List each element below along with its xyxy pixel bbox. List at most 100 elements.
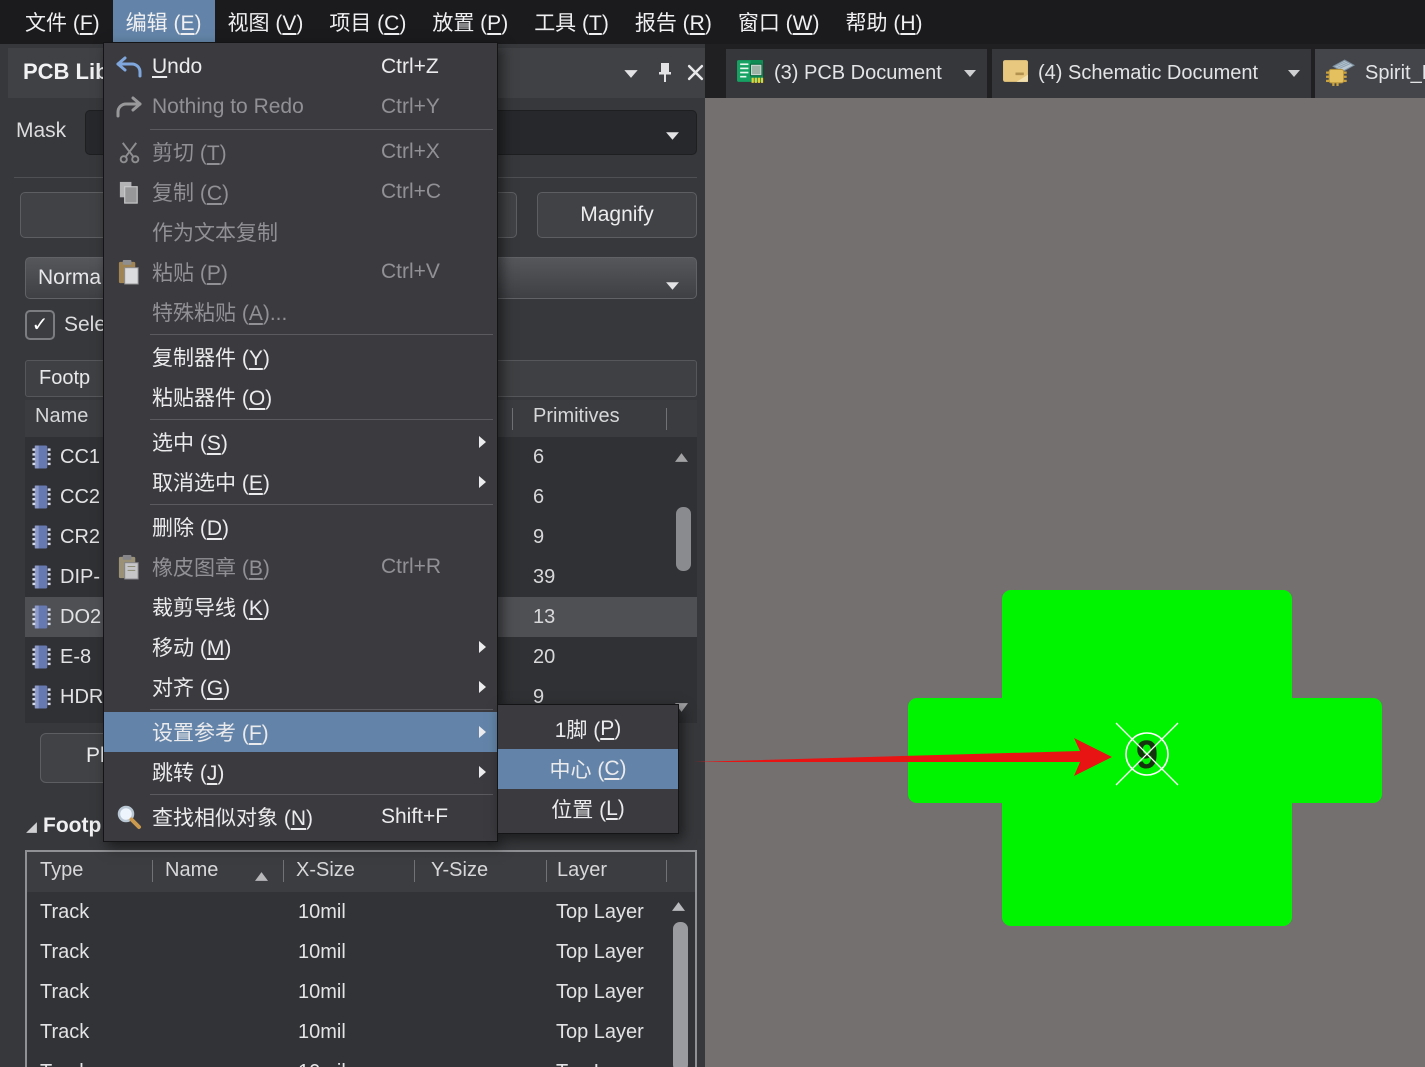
- table-row[interactable]: Track10milTop Layer: [27, 932, 695, 972]
- menu-item-shortcut: Ctrl+Y: [381, 95, 440, 119]
- column-divider: [666, 408, 667, 430]
- close-icon[interactable]: [687, 64, 704, 86]
- column-divider: [414, 860, 415, 882]
- footprint-name: DO2: [60, 597, 101, 637]
- menu-item-24[interactable]: 查找相似对象 (N)Shift+F: [104, 797, 497, 837]
- document-tab-0[interactable]: (3) PCB Document: [726, 49, 987, 98]
- pad-number: 9: [1136, 733, 1158, 777]
- menu-item-19[interactable]: 对齐 (G): [104, 667, 497, 707]
- table-column-header-name[interactable]: Name: [165, 859, 218, 882]
- menubar-item-8[interactable]: 帮助 (H): [833, 0, 936, 44]
- table-column-header-y-size[interactable]: Y-Size: [431, 859, 488, 882]
- menu-item-6[interactable]: 粘贴 (P)Ctrl+V: [104, 252, 497, 292]
- table-row[interactable]: Track10milTop Layer: [27, 1012, 695, 1052]
- menu-item-5[interactable]: 作为文本复制: [104, 212, 497, 252]
- footprint-primitive-count: 6: [533, 437, 544, 477]
- menu-item-1[interactable]: Nothing to RedoCtrl+Y: [104, 87, 497, 127]
- menubar-item-4[interactable]: 放置 (P): [419, 0, 521, 44]
- menu-item-7[interactable]: 特殊粘贴 (A)...: [104, 292, 497, 332]
- pcb-editor-canvas[interactable]: 9: [705, 98, 1425, 1067]
- menu-item-16[interactable]: 橡皮图章 (B)Ctrl+R: [104, 547, 497, 587]
- column-divider: [283, 860, 284, 882]
- menubar-item-6[interactable]: 报告 (R): [622, 0, 725, 44]
- menubar-item-2[interactable]: 视图 (V): [215, 0, 317, 44]
- menu-item-label: 取消选中 (E): [152, 467, 270, 497]
- primitives-table: TypeNameX-SizeY-SizeLayer Track10milTop …: [25, 850, 697, 1067]
- find-icon: [110, 803, 148, 831]
- section-collapse-icon[interactable]: [25, 821, 38, 839]
- chevron-down-icon[interactable]: [623, 66, 639, 84]
- menu-item-12[interactable]: 选中 (S): [104, 422, 497, 462]
- menu-item-22[interactable]: 跳转 (J): [104, 752, 497, 792]
- menubar-item-1[interactable]: 编辑 (E): [113, 0, 215, 44]
- menu-item-15[interactable]: 删除 (D): [104, 507, 497, 547]
- menu-item-21[interactable]: 设置参考 (F): [104, 712, 497, 752]
- tab-label: Spirit_L: [1365, 62, 1425, 85]
- table-cell: 10mil: [298, 1012, 346, 1052]
- menu-item-10[interactable]: 粘贴器件 (O): [104, 377, 497, 417]
- menu-separator: [150, 794, 493, 795]
- scrollbar-thumb[interactable]: [673, 922, 688, 1067]
- table-cell: Track: [40, 892, 89, 932]
- table-row[interactable]: Track10milTop Layer: [27, 1052, 695, 1067]
- menubar-item-3[interactable]: 项目 (C): [316, 0, 419, 44]
- menu-item-label: 移动 (M): [152, 632, 231, 662]
- scroll-up-icon[interactable]: [672, 898, 685, 916]
- chevron-down-icon[interactable]: [1287, 65, 1301, 83]
- document-tab-1[interactable]: (4) Schematic Document: [992, 49, 1311, 98]
- chip-icon: [31, 443, 52, 476]
- footprint-primitives-section-label[interactable]: Footp: [43, 814, 101, 838]
- menubar-item-0[interactable]: 文件 (F): [12, 0, 113, 44]
- table-cell: 10mil: [298, 972, 346, 1012]
- footprint-primitive-count: 6: [533, 477, 544, 517]
- place-button-label: Pl: [86, 744, 105, 768]
- menu-item-label: 剪切 (T): [152, 137, 227, 167]
- submenu-item-0[interactable]: 1脚 (P): [498, 709, 678, 749]
- table-row[interactable]: Track10milTop Layer: [27, 972, 695, 1012]
- menu-item-label: 复制器件 (Y): [152, 342, 270, 372]
- menu-item-18[interactable]: 移动 (M): [104, 627, 497, 667]
- menu-item-3[interactable]: 剪切 (T)Ctrl+X: [104, 132, 497, 172]
- footprint-primitive-count: 9: [533, 517, 544, 557]
- table-column-header-x-size[interactable]: X-Size: [296, 859, 355, 882]
- submenu-arrow-icon: [478, 725, 487, 744]
- magnify-button[interactable]: Magnify: [537, 192, 697, 238]
- submenu-item-2[interactable]: 位置 (L): [498, 789, 678, 829]
- menubar-item-7[interactable]: 窗口 (W): [725, 0, 833, 44]
- chip-icon: [31, 643, 52, 676]
- chevron-down-icon: [665, 273, 680, 297]
- column-header-name[interactable]: Name: [35, 405, 88, 428]
- menubar-item-5[interactable]: 工具 (T): [521, 0, 622, 44]
- table-column-header-layer[interactable]: Layer: [557, 859, 607, 882]
- select-checkbox[interactable]: ✓: [25, 310, 55, 340]
- menu-item-label: Undo: [152, 55, 202, 79]
- menu-item-shortcut: Ctrl+Z: [381, 55, 439, 79]
- column-divider: [512, 408, 513, 430]
- menu-item-9[interactable]: 复制器件 (Y): [104, 337, 497, 377]
- paste-icon: [110, 259, 148, 286]
- chip-icon: [31, 603, 52, 636]
- footprint-name: E-8: [60, 637, 91, 677]
- libdoc-icon: [1325, 57, 1356, 91]
- column-header-primitives[interactable]: Primitives: [533, 405, 620, 428]
- menu-item-13[interactable]: 取消选中 (E): [104, 462, 497, 502]
- chevron-down-icon[interactable]: [963, 65, 977, 83]
- menu-separator: [150, 129, 493, 130]
- footprint-primitive-count: 20: [533, 637, 555, 677]
- table-row[interactable]: Track10milTop Layer: [27, 892, 695, 932]
- menu-item-4[interactable]: 复制 (C)Ctrl+C: [104, 172, 497, 212]
- menu-item-label: 删除 (D): [152, 512, 229, 542]
- footprint-name: CR2: [60, 517, 100, 557]
- table-cell: Top Layer: [556, 972, 644, 1012]
- menu-bar: 文件 (F)编辑 (E)视图 (V)项目 (C)放置 (P)工具 (T)报告 (…: [0, 0, 1425, 44]
- pin-icon[interactable]: [656, 62, 674, 89]
- menu-item-0[interactable]: Undo Ctrl+Z: [104, 47, 497, 87]
- table-cell: Track: [40, 1012, 89, 1052]
- document-tab-2[interactable]: Spirit_L: [1315, 49, 1425, 98]
- edit-menu-dropdown: UndoCtrl+ZNothing to RedoCtrl+Y剪切 (T)Ctr…: [103, 42, 498, 842]
- menu-item-shortcut: Shift+F: [381, 805, 448, 829]
- table-column-header-type[interactable]: Type: [40, 859, 83, 882]
- menu-item-17[interactable]: 裁剪导线 (K): [104, 587, 497, 627]
- schdoc-icon: [1002, 58, 1029, 90]
- submenu-item-1[interactable]: 中心 (C): [498, 749, 678, 789]
